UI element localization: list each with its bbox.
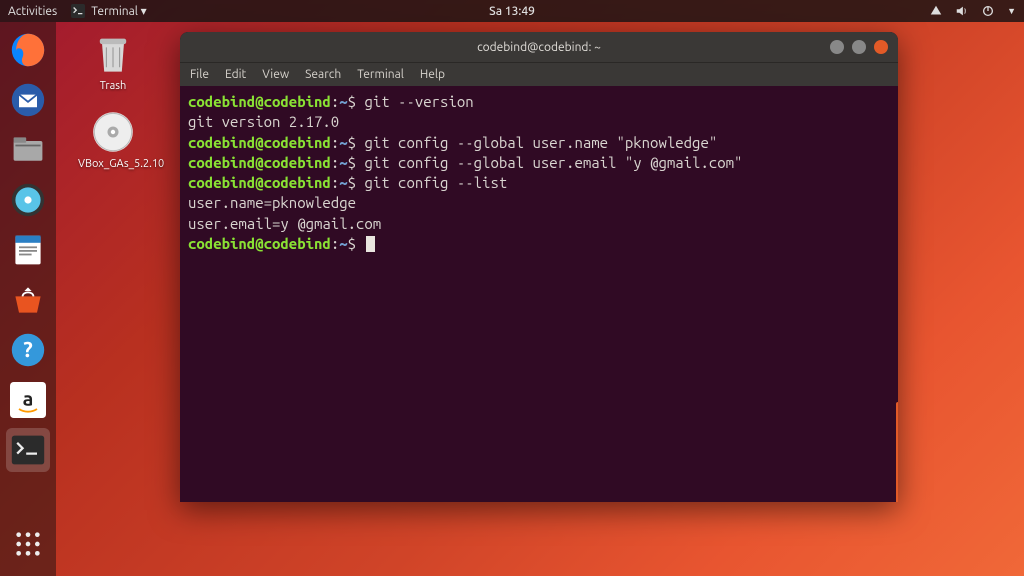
terminal-window: codebind@codebind: ~ File Edit View Sear… [180, 32, 898, 502]
dock-thunderbird[interactable] [6, 78, 50, 122]
terminal-line: codebind@codebind:~$ [188, 234, 890, 254]
app-menu-button[interactable]: Terminal ▾ [71, 4, 146, 18]
menu-search[interactable]: Search [305, 68, 341, 81]
desktop-trash-label: Trash [78, 80, 148, 93]
close-button[interactable] [874, 40, 888, 54]
titlebar[interactable]: codebind@codebind: ~ [180, 32, 898, 62]
dock-terminal[interactable] [6, 428, 50, 472]
launcher-dock: ? a [0, 22, 56, 576]
window-edge-highlight [896, 402, 898, 502]
apps-grid-button[interactable] [6, 522, 50, 566]
menu-help[interactable]: Help [420, 68, 445, 81]
window-controls [830, 40, 898, 54]
menu-terminal[interactable]: Terminal [357, 68, 404, 81]
dock-files[interactable] [6, 128, 50, 172]
terminal-output: git version 2.17.0 [188, 112, 890, 132]
activities-button[interactable]: Activities [8, 5, 57, 18]
menubar: File Edit View Search Terminal Help [180, 62, 898, 86]
terminal-line: codebind@codebind:~$ git config --list [188, 173, 890, 193]
window-title: codebind@codebind: ~ [477, 41, 601, 54]
terminal-line: codebind@codebind:~$ git --version [188, 92, 890, 112]
terminal-body[interactable]: codebind@codebind:~$ git --version git v… [180, 86, 898, 502]
menu-edit[interactable]: Edit [225, 68, 246, 81]
trash-icon [89, 30, 137, 78]
dock-software[interactable] [6, 278, 50, 322]
terminal-line: codebind@codebind:~$ git config --global… [188, 133, 890, 153]
desktop-vbox-disc[interactable]: VBox_GAs_5.2.10 [78, 108, 148, 171]
clock[interactable]: Sa 13:49 [489, 5, 535, 18]
network-icon[interactable] [929, 4, 943, 18]
dock-writer[interactable] [6, 228, 50, 272]
dock-help[interactable]: ? [6, 328, 50, 372]
terminal-line: codebind@codebind:~$ git config --global… [188, 153, 890, 173]
terminal-menu-icon [71, 4, 85, 18]
svg-text:?: ? [23, 338, 32, 362]
menu-file[interactable]: File [190, 68, 209, 81]
disc-icon [89, 108, 137, 156]
maximize-button[interactable] [852, 40, 866, 54]
dock-firefox[interactable] [6, 28, 50, 72]
terminal-output: user.name=pknowledge [188, 193, 890, 213]
minimize-button[interactable] [830, 40, 844, 54]
desktop-vbox-label: VBox_GAs_5.2.10 [78, 158, 148, 171]
svg-text:a: a [23, 387, 34, 409]
power-icon[interactable] [981, 4, 995, 18]
top-bar: Activities Terminal ▾ Sa 13:49 ▼ [0, 0, 1024, 22]
menu-view[interactable]: View [262, 68, 289, 81]
cursor [366, 236, 375, 252]
desktop-trash[interactable]: Trash [78, 30, 148, 93]
chevron-down-icon[interactable]: ▼ [1007, 6, 1016, 16]
terminal-output: user.email=y @gmail.com [188, 214, 890, 234]
dock-amazon[interactable]: a [6, 378, 50, 422]
volume-icon[interactable] [955, 4, 969, 18]
dock-rhythmbox[interactable] [6, 178, 50, 222]
